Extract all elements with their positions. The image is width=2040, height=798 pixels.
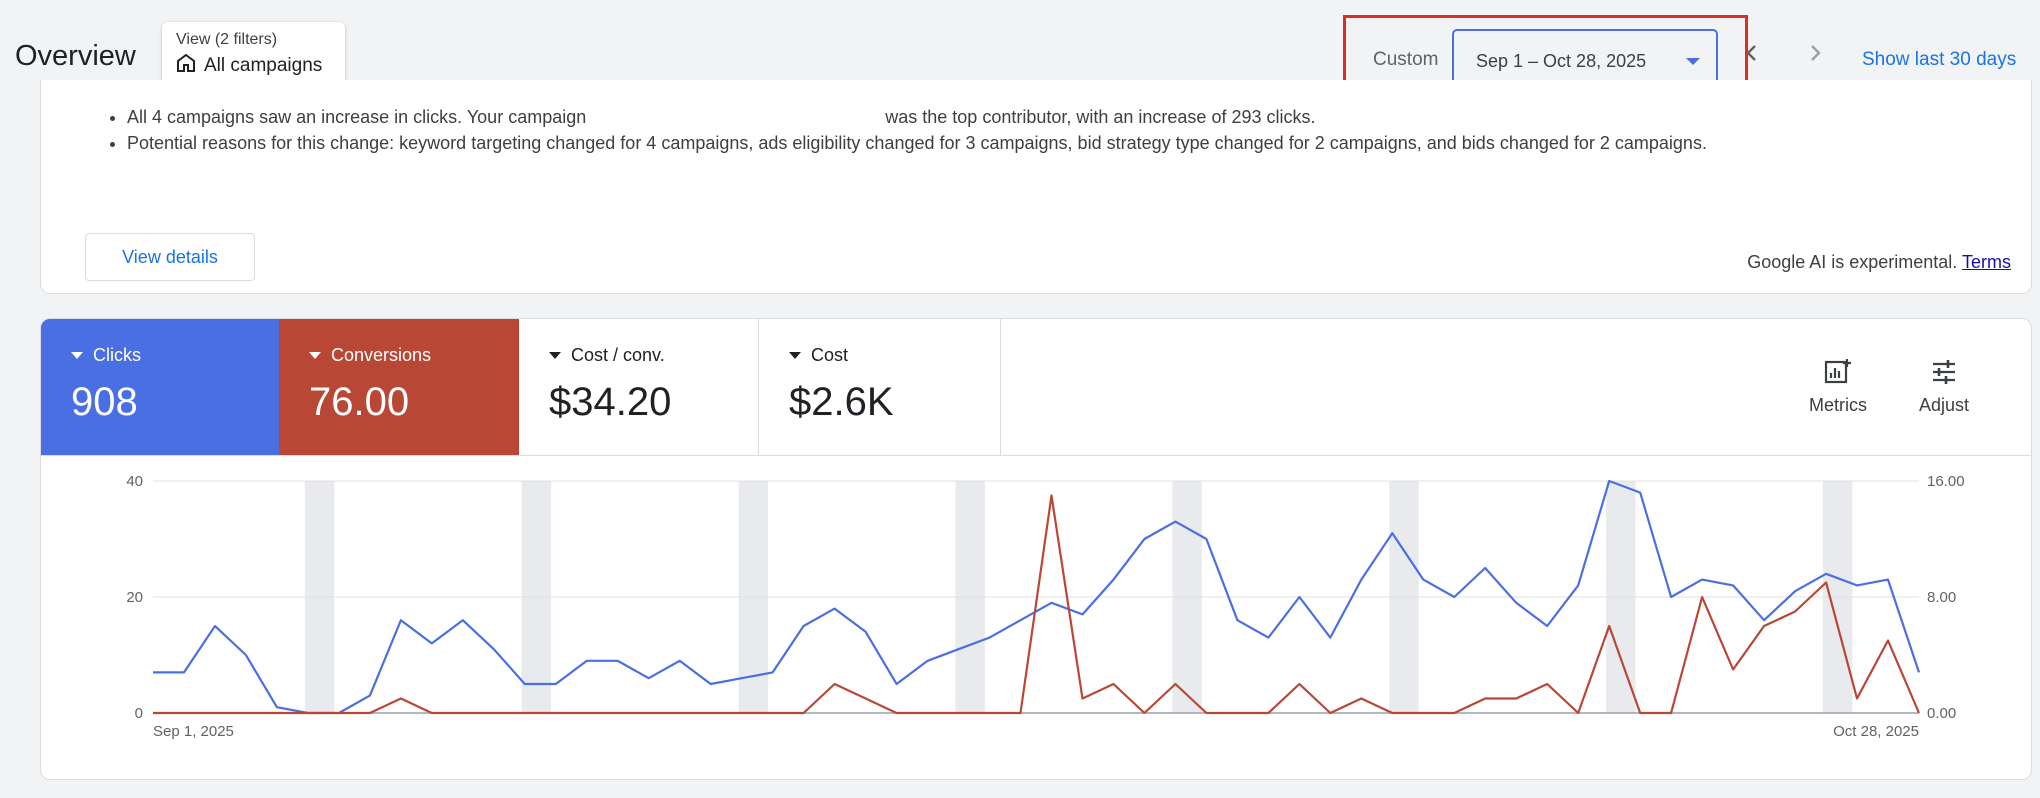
- metric-name: Clicks: [93, 345, 141, 365]
- insight-item: Potential reasons for this change: keywo…: [127, 130, 1707, 156]
- insight-card: All 4 campaigns saw an increase in click…: [40, 80, 2032, 294]
- previous-period-icon[interactable]: [1743, 44, 1761, 62]
- redacted-campaign-name: [591, 106, 886, 131]
- show-last-30-days-link[interactable]: Show last 30 days: [1862, 49, 2016, 71]
- series-line-conversions: [153, 494, 1921, 715]
- y-right-tick-label: 8.00: [1927, 589, 1956, 606]
- y-left-tick-label: 20: [126, 589, 143, 606]
- insight-item: All 4 campaigns saw an increase in click…: [127, 104, 1707, 131]
- y-right-tick-label: 16.00: [1927, 473, 1965, 490]
- x-start-label: Sep 1, 2025: [153, 723, 234, 740]
- adjust-button[interactable]: Adjust: [1919, 357, 1969, 416]
- dropdown-icon: [71, 352, 83, 359]
- page-title: Overview: [15, 40, 136, 72]
- view-details-button[interactable]: View details: [85, 233, 255, 281]
- performance-card: Clicks 908 Conversions 76.00 Cost / conv…: [40, 318, 2032, 780]
- date-range-text: Sep 1 – Oct 28, 2025: [1476, 51, 1647, 71]
- view-filter-selector[interactable]: View (2 filters) All campaigns: [162, 22, 345, 88]
- metric-tiles: Clicks 908 Conversions 76.00 Cost / conv…: [41, 319, 1001, 456]
- metric-value: $34.20: [549, 380, 672, 424]
- y-left-tick-label: 0: [135, 705, 143, 722]
- date-mode-label: Custom: [1373, 49, 1439, 70]
- x-end-label: Oct 28, 2025: [1833, 723, 1919, 740]
- metric-tile-conversions[interactable]: Conversions 76.00: [279, 319, 519, 456]
- tune-icon: [1933, 360, 1956, 384]
- metric-tile-clicks[interactable]: Clicks 908: [41, 319, 279, 456]
- terms-link[interactable]: Terms: [1962, 252, 2011, 272]
- y-right-tick-label: 0.00: [1927, 705, 1956, 722]
- building-icon: [176, 53, 196, 79]
- dropdown-icon: [789, 352, 801, 359]
- metric-name: Cost / conv.: [571, 345, 665, 365]
- ai-experimental-note: Google AI is experimental. Terms: [1747, 252, 2011, 272]
- chevron-down-icon: [1686, 58, 1700, 65]
- view-filter-value: All campaigns: [204, 55, 323, 76]
- insight-list: All 4 campaigns saw an increase in click…: [127, 104, 1707, 156]
- chart-toolbar: Metrics Adjust: [1001, 319, 2031, 456]
- dropdown-icon: [309, 352, 321, 359]
- metrics-button[interactable]: Metrics: [1809, 357, 1867, 416]
- view-filter-label: View (2 filters): [176, 31, 278, 48]
- next-period-icon[interactable]: [1806, 44, 1824, 62]
- metric-value: $2.6K: [789, 380, 894, 424]
- y-left-tick-label: 40: [126, 473, 143, 490]
- metric-tile-cost[interactable]: Cost $2.6K: [759, 319, 1001, 456]
- performance-chart: 0 0.00 20 8.00 40 16.00 Sep 1, 2025 Oct 28, 202…: [126, 473, 1965, 740]
- metric-tile-cost-per-conv[interactable]: Cost / conv. $34.20: [519, 319, 759, 456]
- dropdown-icon: [549, 352, 561, 359]
- metric-name: Cost: [811, 345, 849, 365]
- metric-value: 76.00: [309, 380, 410, 424]
- metric-name: Conversions: [331, 345, 432, 365]
- metric-value: 908: [71, 380, 138, 424]
- chart-add-icon: [1824, 359, 1851, 384]
